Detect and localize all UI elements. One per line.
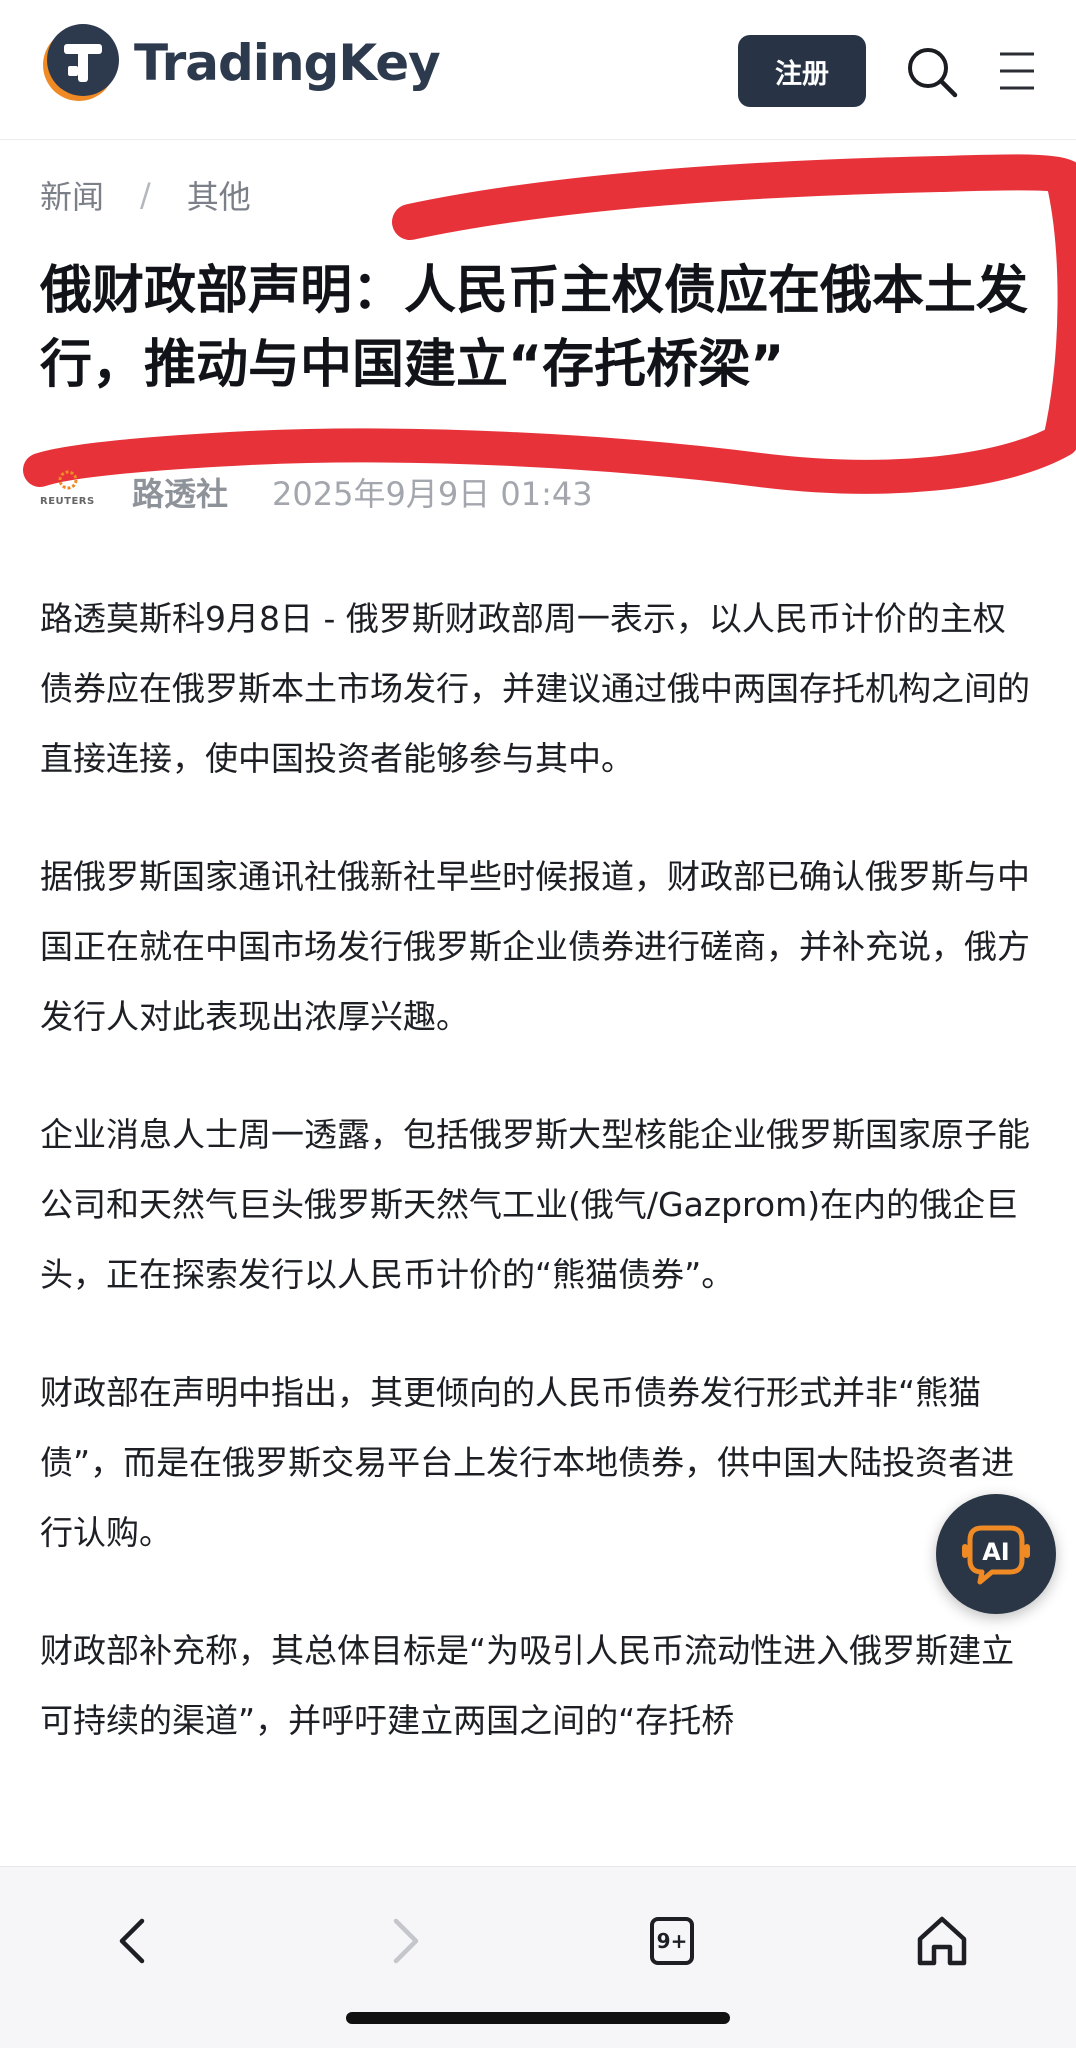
breadcrumb-item-other[interactable]: 其他 (187, 172, 251, 218)
brand-logo[interactable]: TradingKey (38, 22, 441, 104)
ai-assistant-icon: AI (962, 1525, 1030, 1585)
article-paragraph: 财政部在声明中指出，其更倾向的人民币债券发行形式并非“熊猫债”，而是在俄罗斯交易… (40, 1373, 1015, 1552)
ai-button-label: AI (982, 1538, 1010, 1566)
publish-time: 2025年9月9日 01:43 (272, 475, 593, 513)
tradingkey-logo-icon (43, 24, 119, 101)
article-body: 路透莫斯科9月8日 - 俄罗斯财政部周一表示，以人民币计价的主权债券应在俄罗斯本… (40, 584, 1036, 1804)
reuters-logo-text: REUTERS (40, 496, 95, 507)
home-indicator (346, 2012, 730, 2024)
home-icon[interactable] (912, 1911, 972, 1971)
chevron-right-icon[interactable] (374, 1911, 434, 1971)
breadcrumb-item-news[interactable]: 新闻 (40, 172, 104, 218)
article-paragraph: 路透莫斯科9月8日 - 俄罗斯财政部周一表示，以人民币计价的主权债券应在俄罗斯本… (40, 599, 1030, 778)
register-button[interactable]: 注册 (738, 35, 866, 107)
article-source: REUTERS 路透社 2025年9月9日 01:43 (40, 466, 593, 518)
breadcrumb-separator: / (140, 176, 151, 214)
ai-assistant-button[interactable]: AI (936, 1494, 1056, 1614)
search-icon[interactable] (904, 44, 960, 100)
article-title: 俄财政部声明：人民币主权债应在俄本土发行，推动与中国建立“存托桥梁” (40, 261, 1029, 395)
article-paragraph: 财政部补充称，其总体目标是“为吸引人民币流动性进入俄罗斯建立可持续的渠道”，并呼… (40, 1631, 1015, 1740)
breadcrumb: 新闻 / 其他 (40, 172, 251, 218)
reuters-dots-icon (58, 470, 78, 490)
article-paragraph: 据俄罗斯国家通讯社俄新社早些时候报道，财政部已确认俄罗斯与中国正在就在中国市场发… (40, 857, 1030, 1036)
tabs-count: 9+ (656, 1929, 688, 1953)
source-name[interactable]: 路透社 (132, 469, 228, 515)
article-paragraph: 企业消息人士周一透露，包括俄罗斯大型核能企业俄罗斯国家原子能公司和天然气巨头俄罗… (40, 1115, 1030, 1294)
chevron-left-icon[interactable] (104, 1911, 164, 1971)
site-header: TradingKey 注册 (0, 0, 1076, 140)
reuters-logo: REUTERS (40, 470, 96, 514)
brand-name: TradingKey (134, 34, 441, 92)
tabs-button[interactable]: 9+ (642, 1911, 702, 1971)
hamburger-menu-icon[interactable] (998, 50, 1036, 92)
